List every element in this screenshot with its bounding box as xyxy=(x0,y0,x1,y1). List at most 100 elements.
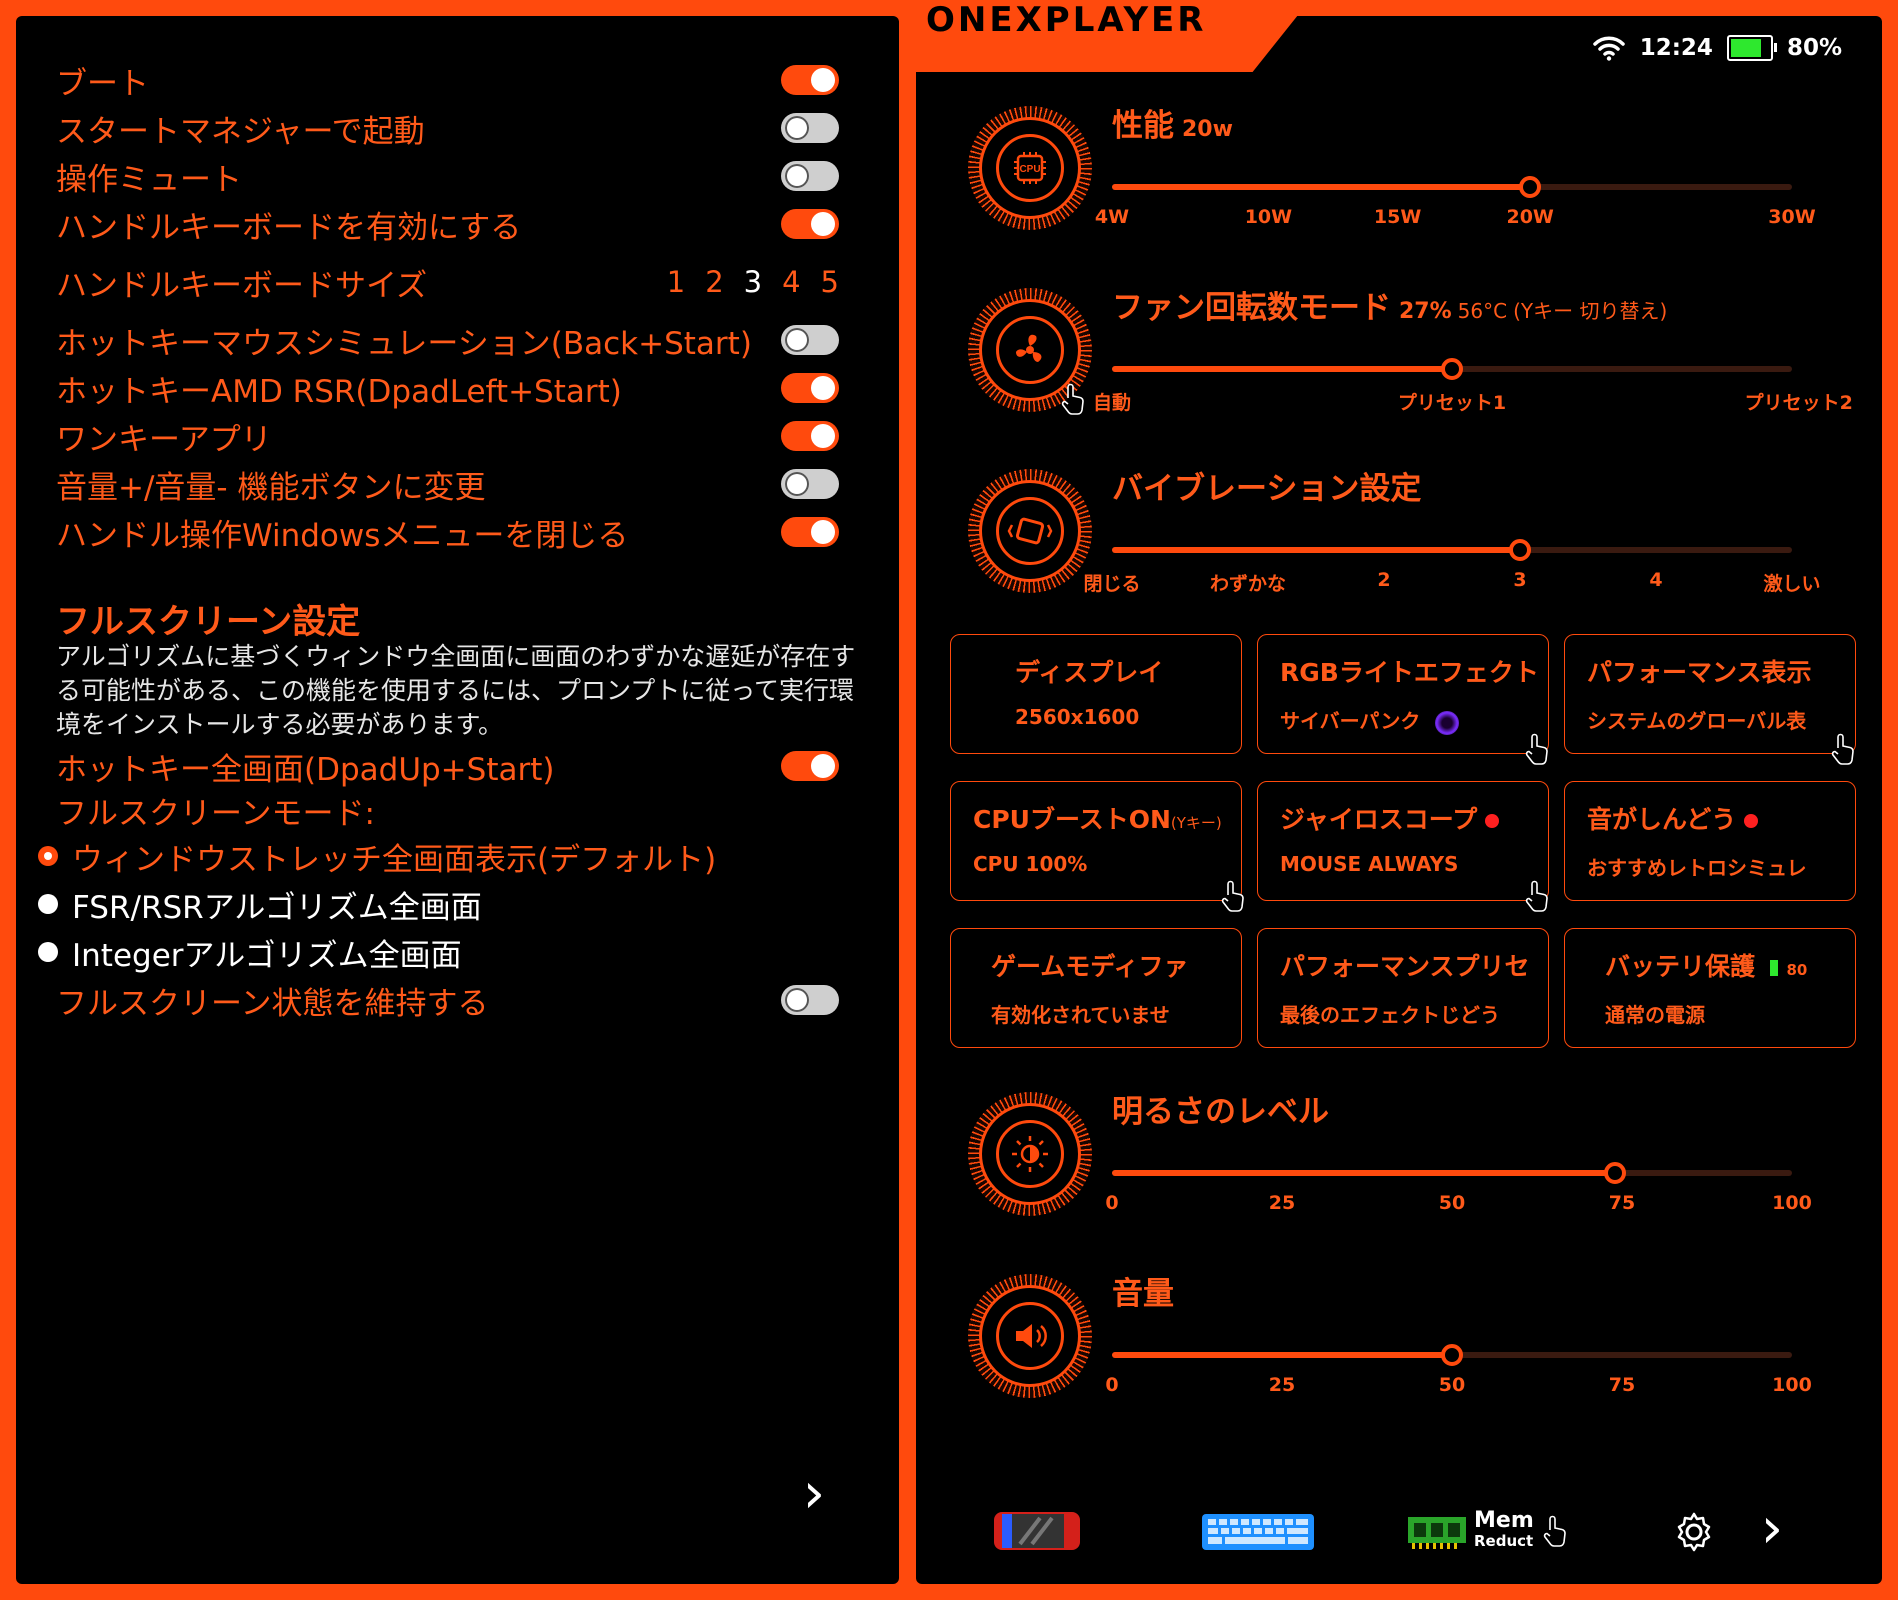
amd-rsr-toggle[interactable] xyxy=(781,373,839,403)
performance-dial: CPU xyxy=(968,106,1092,230)
slider-thumb[interactable] xyxy=(1604,1162,1627,1184)
brand-logo: ONEXPLAYER xyxy=(926,0,1207,40)
toggle-label: ハンドルキーボードを有効にする xyxy=(56,209,522,246)
tile-sub: MOUSE ALWAYS xyxy=(1280,852,1459,876)
performance-value: 20w xyxy=(1182,117,1233,142)
performance-title: 性能 20w xyxy=(1112,100,1233,145)
radio-integer[interactable]: Integerアルゴリズム全画面 xyxy=(38,929,462,975)
gear-icon[interactable] xyxy=(1672,1510,1716,1554)
toggle-label: ホットキー全画面(DpadUp+Start) xyxy=(56,751,555,788)
tick-label: 75 xyxy=(1608,1192,1636,1214)
rgb-effect-icon xyxy=(1435,710,1460,735)
status-dot-icon xyxy=(1485,814,1500,828)
brightness-dial xyxy=(968,1092,1092,1216)
tile-performance-preset[interactable]: パフォーマンスプリセ 最後のエフェクトじどう xyxy=(1257,928,1549,1048)
radio-button[interactable] xyxy=(38,942,58,962)
fan-section: ファン回転数モード 27% 56°C (Yキー 切り替え) 自動 プリセット1 プリセット… xyxy=(916,282,1882,432)
brightness-slider[interactable] xyxy=(1112,1162,1792,1184)
tile-battery-protect[interactable]: バッテリ保護 80 通常の電源 xyxy=(1564,928,1856,1048)
tile-title: CPUブーストON(Yキー) xyxy=(973,800,1233,836)
start-manager-toggle[interactable] xyxy=(781,113,839,143)
tile-display[interactable]: ディスプレイ 2560x1600 xyxy=(950,634,1242,754)
slider-thumb[interactable] xyxy=(1509,539,1531,561)
tile-title: パフォーマンス表示 xyxy=(1587,658,1812,687)
windows-menu-toggle[interactable] xyxy=(781,517,839,547)
brand-tab: ONEXPLAYER xyxy=(900,0,1310,72)
radio-button[interactable] xyxy=(38,846,58,866)
tile-rgb[interactable]: RGBライトエフェクト サイバーパンク xyxy=(1257,634,1549,754)
tile-game-modifier[interactable]: ゲームモディファ 有効化されていませ xyxy=(950,928,1242,1048)
size-option-5[interactable]: 5 xyxy=(821,265,839,299)
radio-button[interactable] xyxy=(38,894,58,914)
keyboard-size-label: ハンドルキーボードサイズ xyxy=(56,267,428,304)
size-option-2[interactable]: 2 xyxy=(705,265,723,299)
tile-performance-display[interactable]: パフォーマンス表示 システムのグローバル表 xyxy=(1564,634,1856,754)
radio-label: Integerアルゴリズム全画面 xyxy=(72,937,462,974)
size-option-1[interactable]: 1 xyxy=(667,265,685,299)
cpu-icon: CPU xyxy=(1014,152,1046,184)
one-key-app-toggle[interactable] xyxy=(781,421,839,451)
tile-title-text: 音がしんどう xyxy=(1587,805,1737,834)
mute-toggle[interactable] xyxy=(781,161,839,191)
radio-fsr-rsr[interactable]: FSR/RSRアルゴリズム全画面 xyxy=(38,881,482,927)
mem-reduct-button[interactable]: Mem Reduct xyxy=(1406,1506,1576,1556)
radio-window-stretch[interactable]: ウィンドウストレッチ全画面表示(デフォルト) xyxy=(38,833,716,879)
toggle-row-amd-rsr[interactable]: ホットキーAMD RSR(DpadLeft+Start) xyxy=(56,364,839,412)
tile-cpu-boost[interactable]: CPUブーストON(Yキー) CPU 100% xyxy=(950,781,1242,901)
toggle-label: 操作ミュート xyxy=(56,161,242,198)
toggle-row-mute[interactable]: 操作ミュート xyxy=(56,152,839,200)
chevron-right-icon[interactable]: › xyxy=(1752,1501,1792,1557)
volume-slider[interactable] xyxy=(1112,1344,1792,1366)
performance-slider[interactable] xyxy=(1112,176,1792,198)
toggle-row-volume-button[interactable]: 音量+/音量- 機能ボタンに変更 xyxy=(56,460,839,508)
volume-button-toggle[interactable] xyxy=(781,469,839,499)
slider-thumb[interactable] xyxy=(1441,358,1463,380)
toggle-label: ホットキーAMD RSR(DpadLeft+Start) xyxy=(56,373,622,410)
tile-title-note: 80 xyxy=(1786,961,1808,979)
toggle-row-mouse-sim[interactable]: ホットキーマウスシミュレーション(Back+Start) xyxy=(56,316,839,364)
tile-sub: 有効化されていませ xyxy=(991,1003,1170,1027)
hand-pointer-icon xyxy=(1061,383,1084,415)
toggle-row-windows-menu[interactable]: ハンドル操作Windowsメニューを閉じる xyxy=(56,508,839,556)
game-console-icon[interactable] xyxy=(992,1506,1082,1556)
vibration-slider[interactable] xyxy=(1112,539,1792,561)
size-option-3[interactable]: 3 xyxy=(744,265,762,299)
memory-chip-icon xyxy=(1408,1517,1466,1549)
slider-thumb[interactable] xyxy=(1519,176,1542,198)
brightness-title: 明るさのレベル xyxy=(1112,1094,1329,1130)
keyboard-icon[interactable] xyxy=(1200,1506,1316,1556)
tile-sub: 通常の電源 xyxy=(1605,1003,1705,1027)
fullscreen-hotkey-toggle[interactable] xyxy=(781,751,839,781)
toggle-row-keep-fullscreen[interactable]: フルスクリーン状態を維持する xyxy=(56,976,839,1024)
status-bar: 12:24 80% xyxy=(1592,34,1842,62)
boot-toggle[interactable] xyxy=(771,57,849,103)
tile-title-text: バッテリ保護 xyxy=(1605,952,1756,981)
focus-highlight xyxy=(771,57,849,103)
fan-slider[interactable] xyxy=(1112,358,1792,380)
handle-keyboard-toggle[interactable] xyxy=(781,209,839,239)
toggle-row-fullscreen-hotkey[interactable]: ホットキー全画面(DpadUp+Start) xyxy=(56,742,839,790)
tick-label: 100 xyxy=(1772,1374,1812,1396)
vibration-icon xyxy=(1007,517,1053,545)
toggle-row-start-manager[interactable]: スタートマネジャーで起動 xyxy=(56,104,839,152)
battery-icon xyxy=(1726,35,1777,61)
slider-thumb[interactable] xyxy=(1441,1344,1463,1366)
vibration-section: バイブレーション設定 閉じる わずかな 2 3 4 激しい xyxy=(916,463,1882,613)
mouse-sim-toggle[interactable] xyxy=(781,325,839,355)
toggle-row-handle-keyboard[interactable]: ハンドルキーボードを有効にする xyxy=(56,200,839,248)
settings-panel: ブート スタートマネジャーで起動 操作ミュート ハンドルキーボードを有効にする … xyxy=(16,16,899,1584)
fan-value: 27% xyxy=(1399,299,1452,324)
tile-gyroscope[interactable]: ジャイロスコープ MOUSE ALWAYS xyxy=(1257,781,1549,901)
fullscreen-description: アルゴリズムに基づくウィンドウ全画面に画面のわずかな遅延が存在する可能性がある、… xyxy=(56,642,856,739)
toggle-label: スタートマネジャーで起動 xyxy=(56,113,425,150)
size-option-4[interactable]: 4 xyxy=(782,265,800,299)
tile-sound-vibration[interactable]: 音がしんどう おすすめレトロシミュレ xyxy=(1564,781,1856,901)
chevron-right-icon[interactable]: › xyxy=(794,1464,834,1524)
performance-section: CPU 性能 20w 4W 10W 15W 20W 30W xyxy=(916,100,1882,250)
toggle-row-boot[interactable]: ブート xyxy=(56,56,849,104)
keyboard-size-row: ハンドルキーボードサイズ 1 2 3 4 5 xyxy=(56,258,839,306)
mem-label: Mem xyxy=(1474,1508,1534,1533)
toggle-row-one-key-app[interactable]: ワンキーアプリ xyxy=(56,412,839,460)
toggle-label: ハンドル操作Windowsメニューを閉じる xyxy=(56,517,629,554)
keep-fullscreen-toggle[interactable] xyxy=(781,985,839,1015)
